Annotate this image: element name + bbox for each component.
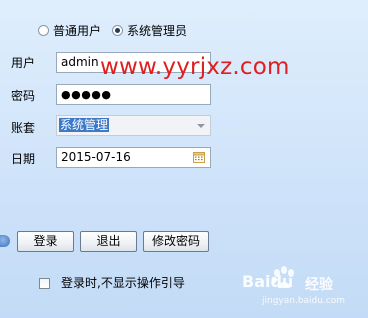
hide-guide-label: 登录时,不显示操作引导 (61, 276, 185, 290)
radio-system-admin[interactable] (112, 25, 123, 36)
password-input[interactable]: ●●●●● (56, 84, 211, 105)
user-label: 用户 (11, 56, 36, 70)
site-watermark: www.yyrjxz.com (100, 54, 290, 80)
side-tab-handle (0, 235, 10, 247)
exit-button[interactable]: 退出 (80, 231, 137, 252)
baidu-brand: Baidu (242, 272, 294, 291)
radio-normal-user[interactable] (38, 25, 49, 36)
calendar-icon[interactable] (193, 151, 205, 163)
hide-guide-checkbox[interactable] (39, 278, 50, 289)
change-password-button[interactable]: 修改密码 (143, 231, 209, 252)
baidu-url: jingyan.baidu.com (262, 296, 346, 306)
radio-normal-user-label: 普通用户 (53, 24, 102, 38)
account-select[interactable]: 系统管理 (56, 115, 211, 136)
user-input-value: admin (61, 55, 99, 69)
chevron-down-icon (197, 124, 205, 128)
account-label: 账套 (11, 121, 36, 135)
date-input-value: 2015-07-16 (61, 150, 131, 164)
date-input[interactable]: 2015-07-16 (56, 147, 211, 168)
password-label: 密码 (11, 89, 36, 103)
baidu-jingyan: 经验 (305, 277, 333, 293)
account-select-value: 系统管理 (59, 118, 110, 132)
password-input-value: ●●●●● (61, 88, 112, 101)
date-label: 日期 (11, 152, 36, 166)
login-button[interactable]: 登录 (17, 231, 74, 252)
radio-system-admin-label: 系统管理员 (127, 24, 188, 38)
